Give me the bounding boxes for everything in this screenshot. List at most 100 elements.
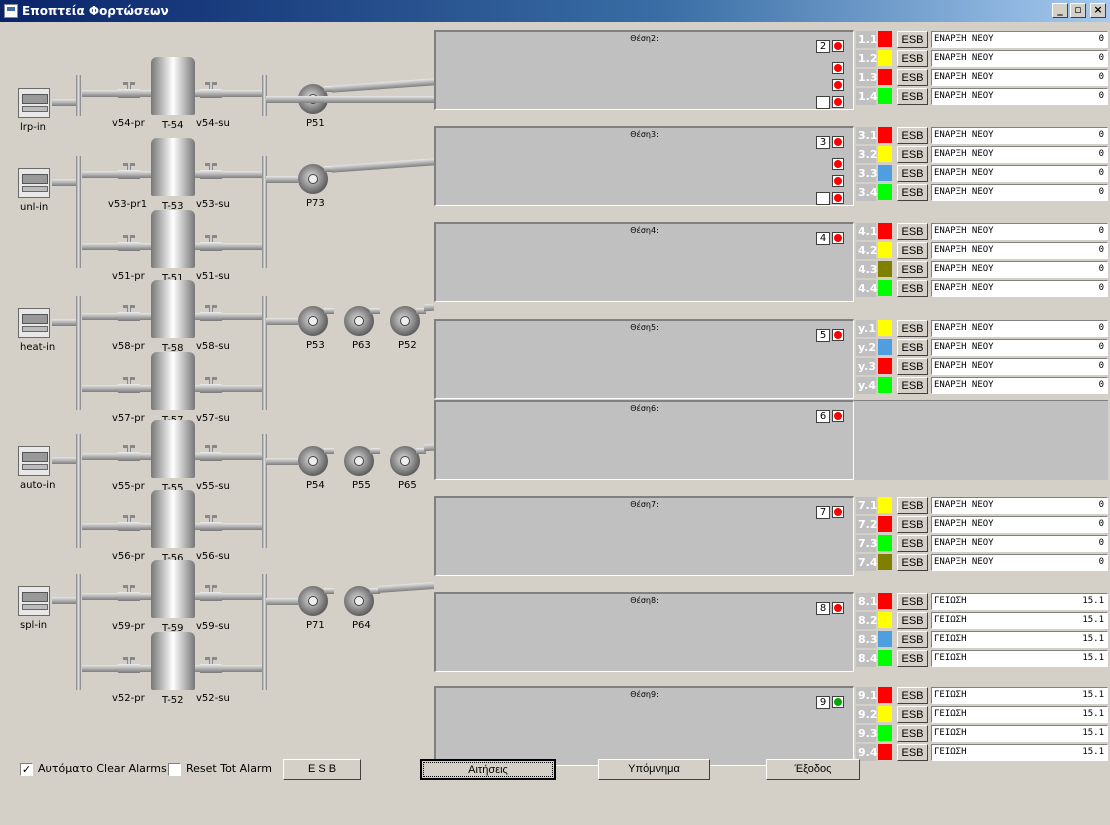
status-field: ΕΝΑΡΞΗ ΝΕΟΥ 0 [931, 88, 1108, 105]
valve-icon[interactable] [118, 82, 140, 98]
valve-icon[interactable] [118, 657, 140, 673]
esb-row-button[interactable]: ESB [897, 631, 928, 648]
pump-icon[interactable] [344, 446, 380, 476]
exit-button[interactable]: Έξοδος [766, 759, 860, 780]
status-field: ΕΝΑΡΞΗ ΝΕΟΥ 0 [931, 554, 1108, 571]
inlet-label: unl-in [20, 202, 49, 213]
esb-row-button[interactable]: ESB [897, 320, 928, 337]
valve-icon[interactable] [118, 305, 140, 321]
empty-row-area [854, 400, 1108, 480]
esb-row-button[interactable]: ESB [897, 31, 928, 48]
status-field: ΓΕΙΩΣΗ 15.1 [931, 687, 1108, 704]
esb-row-button[interactable]: ESB [897, 744, 928, 761]
esb-row-button[interactable]: ESB [897, 339, 928, 356]
esb-row-button[interactable]: ESB [897, 184, 928, 201]
requests-button[interactable]: Αιτήσεις [420, 759, 556, 780]
esb-row-button[interactable]: ESB [897, 280, 928, 297]
esb-row-button[interactable]: ESB [897, 261, 928, 278]
valve-icon[interactable] [118, 445, 140, 461]
valve-icon[interactable] [118, 515, 140, 531]
product-color-swatch [878, 554, 892, 570]
esb-row-button[interactable]: ESB [897, 687, 928, 704]
close-button[interactable]: × [1090, 3, 1106, 18]
inlet-manifold [76, 574, 81, 690]
status-led-icon [832, 79, 844, 91]
esb-row-button[interactable]: ESB [897, 593, 928, 610]
pump-icon[interactable] [390, 306, 426, 336]
row-id: 3.1 [856, 127, 878, 144]
valve-icon[interactable] [118, 585, 140, 601]
esb-row-button[interactable]: ESB [897, 706, 928, 723]
valve-icon[interactable] [200, 235, 222, 251]
status-value: 0 [1098, 361, 1104, 371]
esb-row-button[interactable]: ESB [897, 535, 928, 552]
esb-row-button[interactable]: ESB [897, 146, 928, 163]
esb-button[interactable]: E S B [283, 759, 361, 780]
esb-row-button[interactable]: ESB [897, 612, 928, 629]
status-text: ΕΝΑΡΞΗ ΝΕΟΥ [934, 187, 994, 197]
esb-row-button[interactable]: ESB [897, 88, 928, 105]
esb-row-button[interactable]: ESB [897, 242, 928, 259]
valve-icon[interactable] [200, 515, 222, 531]
esb-row-button[interactable]: ESB [897, 165, 928, 182]
product-color-swatch [878, 184, 892, 200]
pump-label: P71 [306, 620, 325, 631]
valve-icon[interactable] [118, 377, 140, 393]
status-value: 0 [1098, 91, 1104, 101]
pump-icon[interactable] [390, 446, 426, 476]
esb-row-button[interactable]: ESB [897, 554, 928, 571]
pump-icon[interactable] [344, 306, 380, 336]
esb-row-button[interactable]: ESB [897, 50, 928, 67]
inlet-label: heat-in [20, 342, 56, 353]
status-value: 0 [1098, 72, 1104, 82]
esb-row-button[interactable]: ESB [897, 725, 928, 742]
esb-row-button[interactable]: ESB [897, 516, 928, 533]
status-value: 0 [1098, 130, 1104, 140]
esb-row-button[interactable]: ESB [897, 69, 928, 86]
valve-icon[interactable] [200, 163, 222, 179]
valve-icon[interactable] [200, 377, 222, 393]
valve-icon[interactable] [200, 585, 222, 601]
valve-icon[interactable] [200, 445, 222, 461]
discharge-pipe [332, 78, 434, 93]
outlet-manifold [262, 434, 267, 548]
pump-icon[interactable] [298, 586, 334, 616]
restore-button[interactable]: ▫ [1070, 3, 1086, 18]
status-value: 0 [1098, 500, 1104, 510]
valve-su-label: v54-su [196, 118, 230, 129]
pump-label: P55 [352, 480, 371, 491]
valve-icon[interactable] [200, 82, 222, 98]
valve-icon[interactable] [118, 235, 140, 251]
status-value: 15.1 [1082, 690, 1104, 700]
status-text: ΕΝΑΡΞΗ ΝΕΟΥ [934, 361, 994, 371]
esb-row-button[interactable]: ESB [897, 650, 928, 667]
valve-pr-label: v51-pr [112, 271, 145, 282]
product-color-swatch [878, 280, 892, 296]
valve-icon[interactable] [118, 163, 140, 179]
pump-icon[interactable] [298, 446, 334, 476]
esb-row-button[interactable]: ESB [897, 358, 928, 375]
esb-row-button[interactable]: ESB [897, 377, 928, 394]
pump-icon[interactable] [298, 306, 334, 336]
minimize-button[interactable]: _ [1052, 3, 1068, 18]
legend-button[interactable]: Υπόμνημα [598, 759, 710, 780]
status-value: 0 [1098, 538, 1104, 548]
reset-tot-checkbox[interactable] [168, 763, 181, 776]
status-value: 0 [1098, 187, 1104, 197]
inlet-icon [18, 308, 50, 338]
reset-tot-label: Reset Tot Alarm [186, 762, 272, 775]
status-field: ΓΕΙΩΣΗ 15.1 [931, 612, 1108, 629]
status-value: 15.1 [1082, 596, 1104, 606]
esb-row-button[interactable]: ESB [897, 223, 928, 240]
row-id: y.1 [856, 320, 876, 337]
status-text: ΓΕΙΩΣΗ [934, 615, 967, 625]
pump-icon[interactable] [298, 164, 334, 194]
auto-clear-checkbox[interactable]: ✓ [20, 763, 33, 776]
pump-icon[interactable] [344, 586, 380, 616]
row-id: 8.4 [856, 650, 878, 667]
status-text: ΕΝΑΡΞΗ ΝΕΟΥ [934, 557, 994, 567]
esb-row-button[interactable]: ESB [897, 497, 928, 514]
valve-icon[interactable] [200, 657, 222, 673]
esb-row-button[interactable]: ESB [897, 127, 928, 144]
valve-icon[interactable] [200, 305, 222, 321]
